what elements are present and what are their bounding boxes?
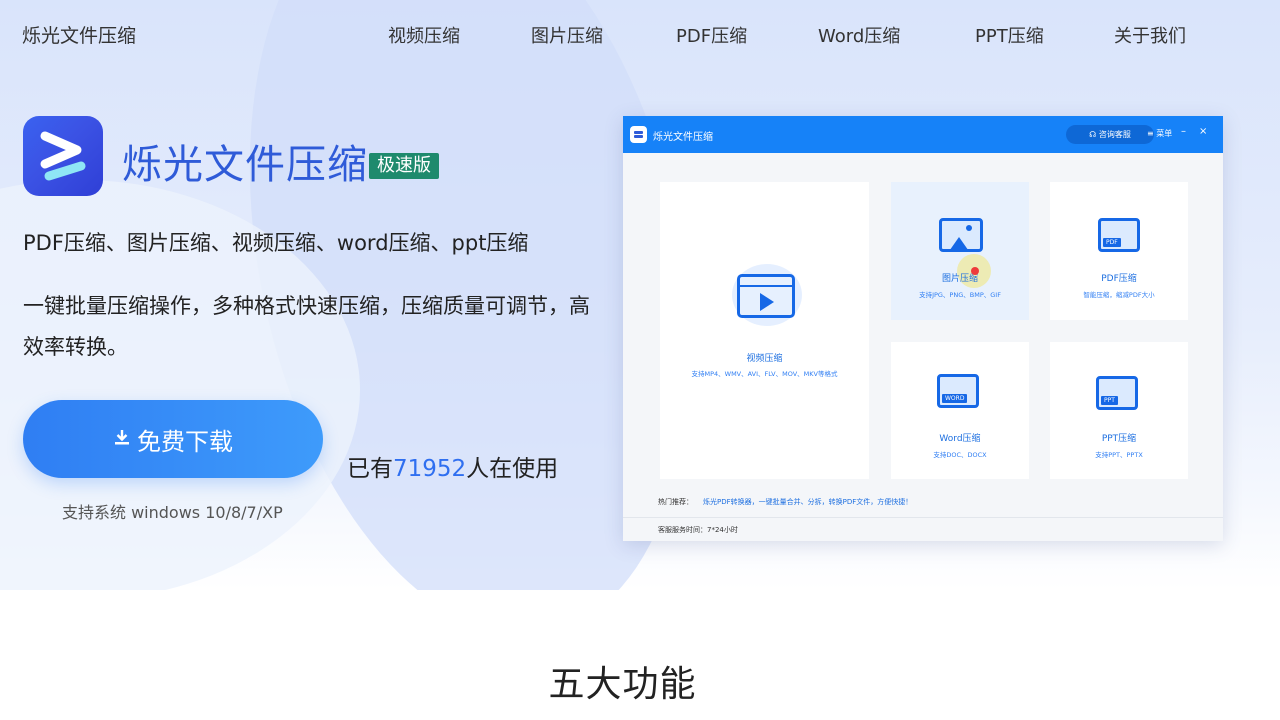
preview-logo-icon [630,126,647,143]
preview-card-pdf-title: PDF压缩 [1050,271,1188,284]
preview-minimize-icon: – [1181,126,1186,137]
word-icon-label: WORD [942,394,967,403]
preview-service-hours: 客服服务时间：7*24小时 [658,525,738,535]
preview-card-image-title: 图片压缩 [891,271,1029,284]
nav-item-word[interactable]: Word压缩 [818,22,900,48]
ppt-icon-label: PPT [1101,396,1118,405]
users-prefix: 已有 [347,456,393,482]
download-button[interactable]: 免费下载 [23,400,323,478]
preview-card-video-desc: 支持MP4、WMV、AVI、FLV、MOV、MKV等格式 [660,368,869,378]
preview-divider [623,517,1223,518]
preview-hot-recommend: 热门推荐： 烁光PDF转换器，一键批量合并、分拆，转换PDF文件，方便快捷！ [658,497,912,507]
preview-card-word: WORD Word压缩 支持DOC、DOCX [891,342,1029,479]
preview-card-ppt-desc: 支持PPT、PPTX [1050,449,1188,459]
video-icon [737,274,795,318]
preview-card-word-desc: 支持DOC、DOCX [891,449,1029,459]
cursor-pointer-icon [971,267,979,275]
pdf-icon-label: PDF [1103,238,1121,247]
preview-card-video: 视频压缩 支持MP4、WMV、AVI、FLV、MOV、MKV等格式 [660,182,869,479]
pdf-icon: PDF [1098,218,1140,252]
feature-tagline: PDF压缩、图片压缩、视频压缩、word压缩、ppt压缩 [23,227,528,257]
user-count-text: 已有71952人在使用 [347,449,558,483]
word-icon: WORD [937,374,979,408]
app-logo-icon [23,116,103,196]
ppt-icon: PPT [1096,376,1138,410]
preview-hot-label: 热门推荐： [658,498,693,506]
preview-menu-button: ≡ 菜单 [1147,128,1172,139]
nav-item-image[interactable]: 图片压缩 [531,22,603,48]
nav-item-video[interactable]: 视频压缩 [388,22,460,48]
app-title: 烁光文件压缩 [122,132,368,190]
preview-card-pdf-desc: 智能压缩，缩减PDF大小 [1050,289,1188,299]
preview-close-icon: × [1199,126,1207,137]
download-icon [113,427,131,451]
app-preview-screenshot: 烁光文件压缩 ☊ 咨询客服 ≡ 菜单 – × 视频压缩 支持MP4、WMV、AV… [623,116,1223,541]
preview-card-video-title: 视频压缩 [660,351,869,364]
preview-card-ppt: PPT PPT压缩 支持PPT、PPTX [1050,342,1188,479]
section-title: 五大功能 [0,655,1245,707]
top-nav: 视频压缩 图片压缩 PDF压缩 Word压缩 PPT压缩 关于我们 [0,22,1280,48]
users-suffix: 人在使用 [466,456,558,482]
preview-service-button: ☊ 咨询客服 [1066,125,1154,144]
preview-card-image-desc: 支持JPG、PNG、BMP、GIF [891,289,1029,299]
preview-card-pdf: PDF PDF压缩 智能压缩，缩减PDF大小 [1050,182,1188,320]
download-button-label: 免费下载 [137,422,233,457]
users-count: 71952 [393,456,466,482]
system-support-text: 支持系统 windows 10/8/7/XP [62,499,283,523]
preview-card-ppt-title: PPT压缩 [1050,431,1188,444]
preview-hot-links: 烁光PDF转换器，一键批量合并、分拆，转换PDF文件，方便快捷！ [703,498,912,506]
preview-service-label: 咨询客服 [1099,130,1131,139]
nav-item-pdf[interactable]: PDF压缩 [676,22,747,48]
preview-title: 烁光文件压缩 [653,128,713,143]
edition-badge: 极速版 [369,153,439,179]
nav-item-ppt[interactable]: PPT压缩 [975,22,1044,48]
preview-titlebar: 烁光文件压缩 ☊ 咨询客服 ≡ 菜单 – × [623,116,1223,153]
headset-icon: ☊ [1089,130,1099,139]
nav-item-about[interactable]: 关于我们 [1114,22,1186,48]
preview-card-image: 图片压缩 支持JPG、PNG、BMP、GIF [891,182,1029,320]
preview-card-word-title: Word压缩 [891,431,1029,444]
image-icon [939,218,983,252]
description-text: 一键批量压缩操作，多种格式快速压缩，压缩质量可调节，高效率转换。 [23,286,603,368]
